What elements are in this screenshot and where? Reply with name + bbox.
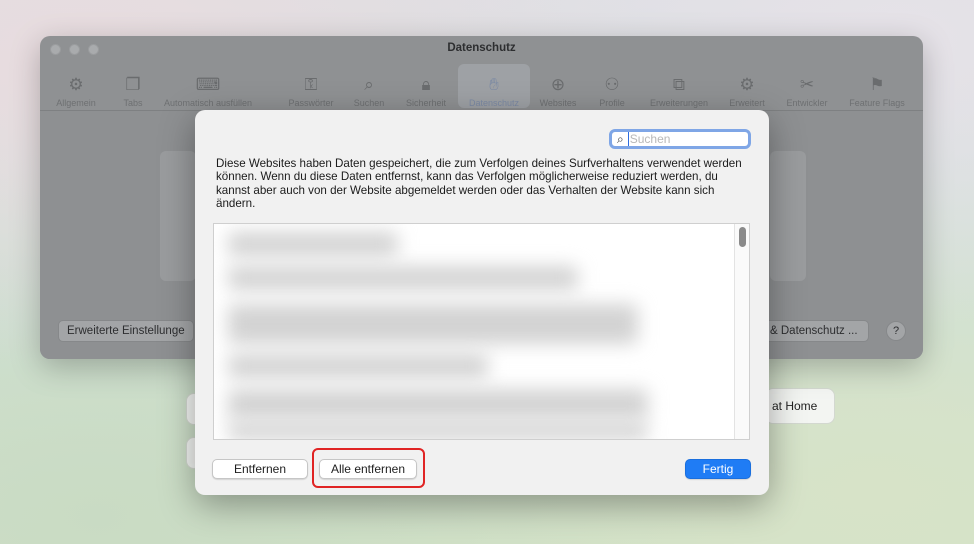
blurred-list-item <box>228 422 648 439</box>
window-title: Datenschutz <box>447 42 516 54</box>
tab-label: Entwickler <box>786 98 828 108</box>
tab-label: Suchen <box>353 98 385 108</box>
blurred-list-item <box>228 304 638 344</box>
pane-control <box>160 151 196 281</box>
tab-extensions[interactable]: ⧉ Erweiterungen <box>642 64 716 108</box>
highlight-box <box>312 448 425 488</box>
tab-allgemein[interactable]: ⚙ Allgemein <box>52 64 100 108</box>
background-home-item: at Home <box>765 388 835 424</box>
search-icon: ⌕ <box>617 131 624 146</box>
tab-label: Allgemein <box>56 98 96 108</box>
scrollbar-thumb[interactable] <box>739 227 746 247</box>
tab-profiles[interactable]: ⚇ Profile <box>592 64 632 108</box>
blurred-list-item <box>228 266 578 290</box>
tab-tabs[interactable]: ❐ Tabs <box>118 64 148 108</box>
blurred-list-item <box>228 232 398 256</box>
title-bar: Datenschutz <box>40 36 923 62</box>
lock-icon: 🔒︎ <box>421 75 431 94</box>
tab-autofill[interactable]: ⌨ Automatisch ausfüllen <box>148 64 268 108</box>
dialog-description: Diese Websites haben Daten gespeichert, … <box>216 157 742 210</box>
pane-control <box>770 151 806 281</box>
tab-search[interactable]: ⌕ Suchen <box>346 64 392 108</box>
autofill-icon: ⌨ <box>195 75 221 94</box>
tab-developer[interactable]: ✂ Entwickler <box>780 64 834 108</box>
tab-label: Tabs <box>123 98 143 108</box>
tab-passwords[interactable]: ⚿ Passwörter <box>282 64 340 108</box>
tab-advanced[interactable]: ⚙ Erweitert <box>723 64 771 108</box>
tabs-icon: ❐ <box>125 75 141 94</box>
tab-label: Datenschutz <box>468 98 520 108</box>
tab-label: Erweiterungen <box>649 98 709 108</box>
blurred-list-item <box>228 354 488 378</box>
list-scrollbar[interactable] <box>734 224 749 439</box>
flags-icon: ⚑ <box>869 75 885 94</box>
privacy-report-button[interactable]: & Datenschutz ... <box>763 320 869 342</box>
tab-label: Websites <box>539 98 577 108</box>
tab-privacy[interactable]: ✋︎ Datenschutz <box>458 64 530 108</box>
help-button[interactable]: ? <box>886 321 906 341</box>
blurred-list-item <box>228 389 648 419</box>
tools-icon: ✂ <box>799 75 815 94</box>
search-icon: ⌕ <box>364 75 374 94</box>
remove-button[interactable]: Entfernen <box>212 459 308 479</box>
done-button[interactable]: Fertig <box>685 459 751 479</box>
gears-icon: ⚙ <box>739 75 755 94</box>
tab-label: Automatisch ausfüllen <box>163 98 253 108</box>
website-data-dialog: ⌕ Diese Websites haben Daten gespeichert… <box>195 110 769 495</box>
tab-label: Profile <box>599 98 625 108</box>
advanced-settings-button[interactable]: Erweiterte Einstellunge <box>58 320 194 342</box>
person-icon: ⚇ <box>604 75 620 94</box>
tab-security[interactable]: 🔒︎ Sicherheit <box>398 64 454 108</box>
tab-feature-flags[interactable]: ⚑ Feature Flags <box>842 64 912 108</box>
settings-toolbar: ⚙ Allgemein ❐ Tabs ⌨ Automatisch ausfüll… <box>40 62 923 111</box>
search-field[interactable]: ⌕ <box>609 129 751 149</box>
background-home-label: at Home <box>772 399 818 413</box>
tab-label: Feature Flags <box>849 98 905 108</box>
puzzle-icon: ⧉ <box>672 75 686 94</box>
hand-icon: ✋︎ <box>489 75 499 94</box>
tab-label: Passwörter <box>288 98 334 108</box>
tab-websites[interactable]: ⊕ Websites <box>533 64 583 108</box>
tab-label: Sicherheit <box>405 98 447 108</box>
globe-icon: ⊕ <box>550 75 566 94</box>
website-list[interactable] <box>213 223 750 440</box>
key-icon: ⚿ <box>304 75 318 94</box>
gear-icon: ⚙ <box>68 75 84 94</box>
tab-label: Erweitert <box>729 98 765 108</box>
search-input[interactable] <box>627 132 730 146</box>
